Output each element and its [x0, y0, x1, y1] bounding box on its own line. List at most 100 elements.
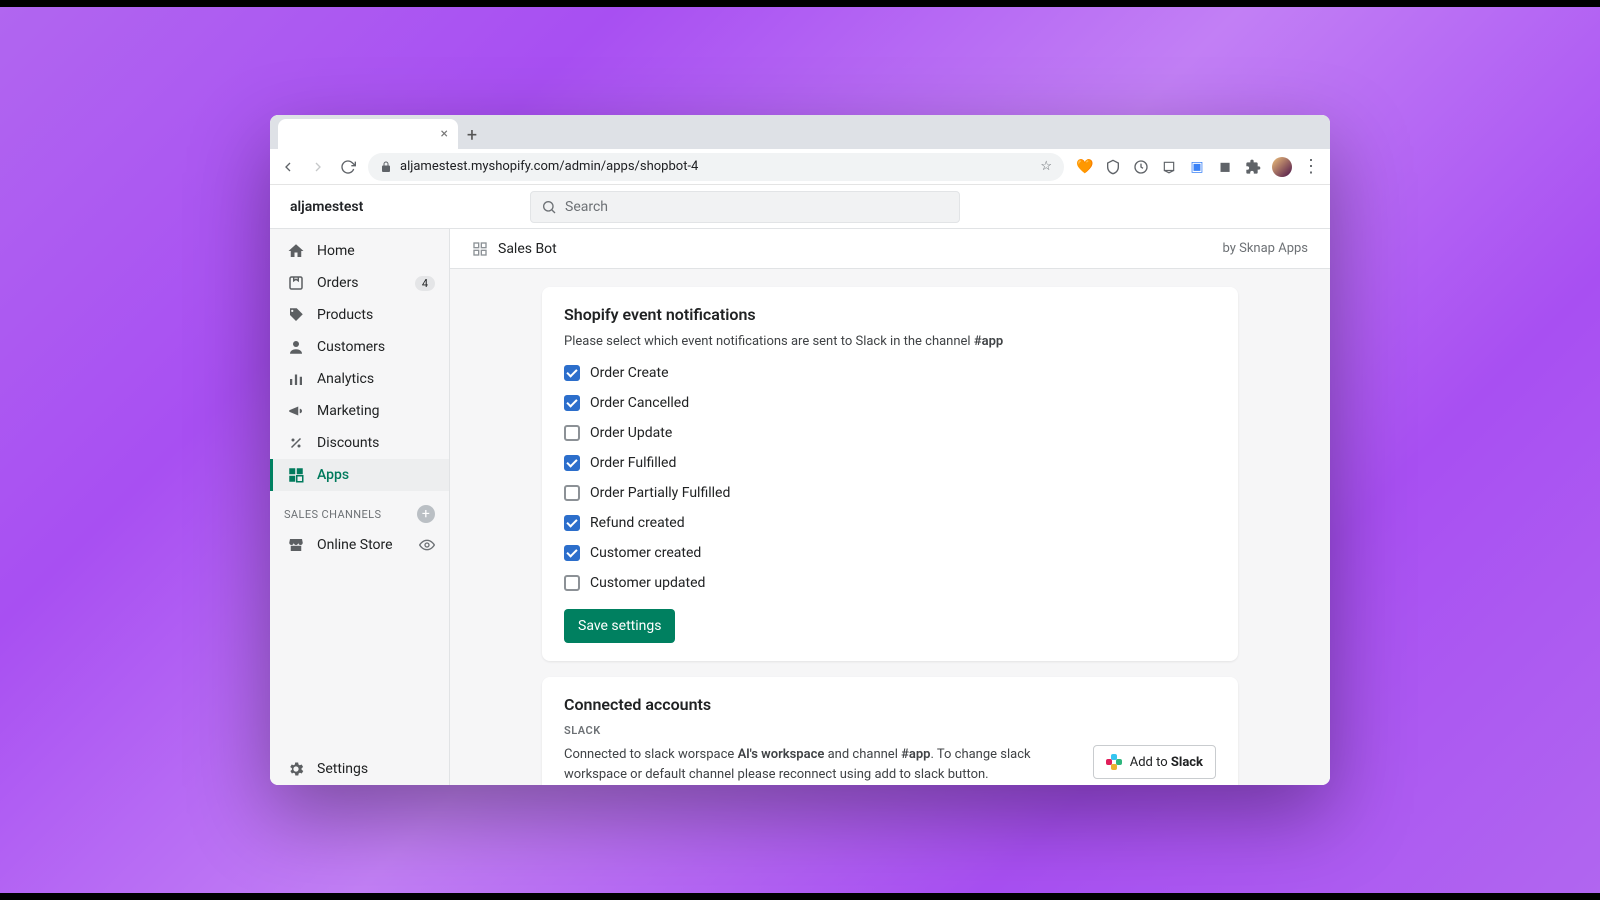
store-icon — [287, 536, 305, 554]
app-title-bar: Sales Bot by Sknap Apps — [450, 229, 1330, 269]
checkbox-order-fulfilled[interactable]: Order Fulfilled — [564, 455, 1216, 471]
content-scroll[interactable]: Shopify event notifications Please selec… — [450, 269, 1330, 785]
checkbox-order-create[interactable]: Order Create — [564, 365, 1216, 381]
reload-button[interactable] — [340, 159, 356, 175]
ext-icon[interactable]: ◼ — [1216, 158, 1234, 176]
checkbox-label: Order Fulfilled — [590, 455, 676, 471]
card-title: Shopify event notifications — [564, 305, 1216, 324]
ext-icon[interactable] — [1160, 158, 1178, 176]
slack-icon — [1106, 754, 1122, 770]
checkbox-order-partially-fulfilled[interactable]: Order Partially Fulfilled — [564, 485, 1216, 501]
new-tab-button[interactable]: + — [458, 121, 486, 149]
checkbox-label: Customer updated — [590, 575, 705, 591]
sidebar-item-label: Home — [317, 243, 355, 259]
checkbox-label: Customer created — [590, 545, 701, 561]
address-bar[interactable]: aljamestest.myshopify.com/admin/apps/sho… — [368, 153, 1064, 181]
channel-online-store[interactable]: Online Store — [270, 529, 449, 561]
checkbox-customer-created[interactable]: Customer created — [564, 545, 1216, 561]
sidebar: Home Orders4 Products Customers Analytics Mar… — [270, 229, 450, 785]
sidebar-item-marketing[interactable]: Marketing — [270, 395, 449, 427]
checkbox-icon — [564, 485, 580, 501]
card-description: Please select which event notifications … — [564, 334, 1216, 349]
search-placeholder: Search — [565, 199, 608, 215]
checkbox-label: Order Create — [590, 365, 669, 381]
slack-subhead: SLACK — [564, 724, 1216, 737]
connected-accounts-card: Connected accounts SLACK Connected to sl… — [542, 677, 1238, 785]
app-title: Sales Bot — [498, 241, 557, 257]
ext-icon[interactable]: 🧡 — [1076, 158, 1094, 176]
close-tab-icon[interactable]: × — [441, 126, 448, 142]
customers-icon — [287, 338, 305, 356]
card-title: Connected accounts — [564, 695, 1216, 714]
app-header: aljamestest Search — [270, 185, 1330, 229]
checkbox-icon — [564, 425, 580, 441]
discounts-icon — [287, 434, 305, 452]
sidebar-item-label: Customers — [317, 339, 385, 355]
search-input[interactable]: Search — [530, 191, 960, 223]
extension-icons: 🧡 ▣ ◼ ⋮ — [1076, 156, 1320, 177]
app-icon — [472, 241, 488, 257]
app-body: Home Orders4 Products Customers Analytics Mar… — [270, 229, 1330, 785]
eye-icon[interactable] — [419, 537, 435, 553]
sidebar-item-label: Settings — [317, 761, 368, 777]
ext-icon[interactable] — [1104, 158, 1122, 176]
channel-label: Online Store — [317, 537, 393, 553]
sidebar-item-apps[interactable]: Apps — [270, 459, 449, 491]
sidebar-item-products[interactable]: Products — [270, 299, 449, 331]
checkbox-icon — [564, 575, 580, 591]
browser-tab[interactable]: × — [278, 119, 458, 149]
checkbox-label: Order Update — [590, 425, 672, 441]
sidebar-item-label: Marketing — [317, 403, 380, 419]
sidebar-item-customers[interactable]: Customers — [270, 331, 449, 363]
add-to-slack-button[interactable]: Add to Slack — [1093, 745, 1216, 779]
checkbox-label: Order Cancelled — [590, 395, 689, 411]
sidebar-item-label: Discounts — [317, 435, 379, 451]
sidebar-item-settings[interactable]: Settings — [270, 753, 449, 785]
sidebar-item-label: Analytics — [317, 371, 374, 387]
extensions-icon[interactable] — [1244, 158, 1262, 176]
notifications-card: Shopify event notifications Please selec… — [542, 287, 1238, 661]
browser-toolbar: aljamestest.myshopify.com/admin/apps/sho… — [270, 149, 1330, 185]
profile-avatar[interactable] — [1272, 157, 1292, 177]
sidebar-item-home[interactable]: Home — [270, 235, 449, 267]
store-name: aljamestest — [290, 199, 470, 215]
url-text: aljamestest.myshopify.com/admin/apps/sho… — [400, 159, 698, 174]
browser-menu-icon[interactable]: ⋮ — [1302, 156, 1320, 177]
main-area: Sales Bot by Sknap Apps Shopify event no… — [450, 229, 1330, 785]
back-button[interactable] — [280, 159, 296, 175]
checkbox-label: Order Partially Fulfilled — [590, 485, 730, 501]
checkbox-refund-created[interactable]: Refund created — [564, 515, 1216, 531]
nav-buttons — [280, 159, 356, 175]
checkbox-order-cancelled[interactable]: Order Cancelled — [564, 395, 1216, 411]
ext-icon[interactable]: ▣ — [1188, 158, 1206, 176]
checkbox-label: Refund created — [590, 515, 685, 531]
lock-icon — [380, 161, 392, 173]
browser-window: × + aljamestest.myshopify.com/admin/apps… — [270, 115, 1330, 785]
sidebar-item-label: Apps — [317, 467, 349, 483]
sidebar-item-label: Orders — [317, 275, 359, 291]
checkbox-icon — [564, 545, 580, 561]
apps-icon — [287, 466, 305, 484]
products-icon — [287, 306, 305, 324]
forward-button[interactable] — [310, 159, 326, 175]
gear-icon — [287, 760, 305, 778]
sidebar-item-orders[interactable]: Orders4 — [270, 267, 449, 299]
checkbox-icon — [564, 455, 580, 471]
ext-icon[interactable] — [1132, 158, 1150, 176]
sidebar-item-label: Products — [317, 307, 373, 323]
add-channel-button[interactable]: + — [417, 505, 435, 523]
connection-text: Connected to slack worspace Al's workspa… — [564, 745, 1073, 784]
checkbox-customer-updated[interactable]: Customer updated — [564, 575, 1216, 591]
home-icon — [287, 242, 305, 260]
checkbox-icon — [564, 395, 580, 411]
checkbox-icon — [564, 365, 580, 381]
sidebar-item-analytics[interactable]: Analytics — [270, 363, 449, 395]
marketing-icon — [287, 402, 305, 420]
checkbox-order-update[interactable]: Order Update — [564, 425, 1216, 441]
bookmark-icon[interactable]: ☆ — [1040, 159, 1052, 174]
analytics-icon — [287, 370, 305, 388]
sidebar-item-discounts[interactable]: Discounts — [270, 427, 449, 459]
app-author: by Sknap Apps — [1223, 241, 1308, 256]
orders-icon — [287, 274, 305, 292]
save-settings-button[interactable]: Save settings — [564, 609, 675, 643]
